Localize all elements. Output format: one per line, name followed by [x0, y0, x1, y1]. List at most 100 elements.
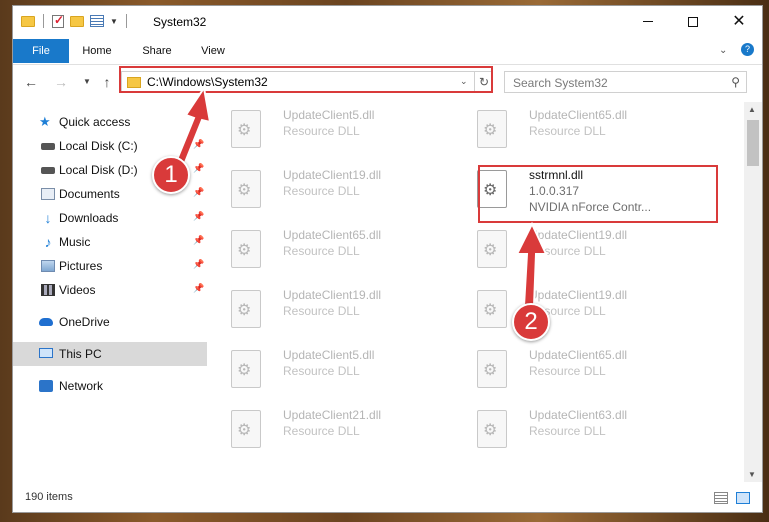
- dll-file-icon: [477, 350, 507, 388]
- dll-file-icon: [231, 350, 261, 388]
- file-name: UpdateClient5.dll: [283, 348, 375, 362]
- file-item[interactable]: UpdateClient65.dll Resource DLL: [457, 104, 697, 160]
- pin-icon[interactable]: 📌: [193, 163, 204, 174]
- dll-file-icon: [477, 110, 507, 148]
- window-title: System32: [153, 15, 207, 29]
- file-item[interactable]: UpdateClient65.dll Resource DLL: [211, 224, 451, 280]
- separator: [125, 14, 127, 28]
- sidebar-item-label: Pictures: [59, 259, 103, 273]
- up-button[interactable]: ↑: [97, 72, 117, 92]
- videos-icon: [41, 284, 55, 296]
- star-icon: ★: [39, 114, 51, 129]
- file-item[interactable]: UpdateClient5.dll Resource DLL: [211, 344, 451, 400]
- sidebar-item-downloads[interactable]: ↓ Downloads 📌: [13, 206, 207, 230]
- help-icon[interactable]: ?: [741, 43, 754, 56]
- sidebar-item-pictures[interactable]: Pictures 📌: [13, 254, 207, 278]
- sidebar-item-label: Network: [59, 379, 104, 393]
- dll-file-icon: [231, 110, 261, 148]
- file-name: UpdateClient19.dll: [529, 288, 628, 302]
- pin-icon[interactable]: 📌: [193, 187, 204, 198]
- search-icon: ⚲: [731, 75, 740, 89]
- tab-share[interactable]: Share: [136, 39, 178, 63]
- dll-file-icon: [231, 290, 261, 328]
- file-type: Resource DLL: [283, 364, 360, 378]
- scroll-down-icon[interactable]: ▼: [748, 470, 756, 479]
- minimize-button[interactable]: [625, 6, 671, 37]
- recent-locations-dropdown[interactable]: ▼: [77, 72, 97, 92]
- sidebar-item-label: Downloads: [59, 211, 119, 225]
- sidebar-item-this-pc[interactable]: This PC: [13, 342, 207, 366]
- dll-file-icon: [477, 290, 507, 328]
- sidebar-item-network[interactable]: Network: [13, 374, 207, 398]
- sidebar-item-label: Local Disk (D:): [59, 163, 138, 177]
- pin-icon[interactable]: 📌: [193, 139, 204, 150]
- file-type: Resource DLL: [529, 124, 606, 138]
- customize-toolbar-dropdown-icon[interactable]: ▼: [110, 17, 118, 26]
- file-name: UpdateClient19.dll: [529, 228, 628, 242]
- view-properties-icon[interactable]: [90, 15, 104, 27]
- file-item[interactable]: UpdateClient65.dll Resource DLL: [457, 344, 697, 400]
- dll-file-icon: [231, 230, 261, 268]
- tab-view[interactable]: View: [195, 39, 231, 63]
- file-item[interactable]: UpdateClient63.dll Resource DLL: [457, 404, 697, 460]
- close-button[interactable]: ✕: [716, 6, 762, 37]
- scroll-up-icon[interactable]: ▲: [748, 105, 756, 114]
- pin-icon[interactable]: 📌: [193, 283, 204, 294]
- file-name: UpdateClient19.dll: [283, 288, 382, 302]
- file-name: UpdateClient63.dll: [529, 408, 628, 422]
- sidebar-item-onedrive[interactable]: OneDrive: [13, 310, 207, 334]
- large-icons-view-icon[interactable]: [736, 492, 750, 504]
- file-item[interactable]: UpdateClient19.dll Resource DLL: [457, 284, 697, 340]
- music-icon: ♪: [44, 234, 52, 250]
- separator: [43, 14, 44, 28]
- sidebar-item-videos[interactable]: Videos 📌: [13, 278, 207, 302]
- file-item[interactable]: UpdateClient5.dll Resource DLL: [211, 104, 451, 160]
- file-highlight-box: [478, 165, 718, 223]
- documents-icon: [41, 188, 55, 200]
- step-badge-2: 2: [512, 303, 550, 341]
- status-bar: 190 items: [13, 486, 762, 512]
- search-placeholder: Search System32: [513, 76, 608, 90]
- pin-icon[interactable]: 📌: [193, 235, 204, 246]
- downloads-icon: ↓: [44, 210, 52, 226]
- file-type: Resource DLL: [283, 124, 360, 138]
- scroll-thumb[interactable]: [747, 120, 759, 166]
- file-type: Resource DLL: [283, 244, 360, 258]
- item-count: 190 items: [25, 491, 73, 503]
- file-item[interactable]: UpdateClient21.dll Resource DLL: [211, 404, 451, 460]
- sidebar-item-label: Local Disk (C:): [59, 139, 138, 153]
- file-type: Resource DLL: [283, 424, 360, 438]
- sidebar-item-label: OneDrive: [59, 315, 110, 329]
- file-type: Resource DLL: [283, 304, 360, 318]
- pin-icon[interactable]: 📌: [193, 211, 204, 222]
- file-name: UpdateClient5.dll: [283, 108, 375, 122]
- file-type: Resource DLL: [529, 364, 606, 378]
- new-folder-icon[interactable]: [70, 15, 84, 27]
- sidebar-item-music[interactable]: ♪ Music 📌: [13, 230, 207, 254]
- search-input[interactable]: Search System32 ⚲: [504, 71, 747, 93]
- maximize-button[interactable]: [670, 6, 716, 37]
- file-type: Resource DLL: [283, 184, 360, 198]
- back-button[interactable]: ←: [21, 72, 41, 92]
- forward-button[interactable]: →: [51, 72, 71, 92]
- pin-icon[interactable]: 📌: [193, 259, 204, 270]
- step-badge-1: 1: [152, 156, 190, 194]
- network-icon: [39, 380, 53, 392]
- tab-home[interactable]: Home: [76, 39, 118, 63]
- sidebar-item-quick-access[interactable]: ★ Quick access: [13, 110, 207, 134]
- file-item[interactable]: UpdateClient19.dll Resource DLL: [211, 164, 451, 220]
- file-item[interactable]: UpdateClient19.dll Resource DLL: [457, 224, 697, 280]
- pc-icon: [39, 348, 53, 358]
- dll-file-icon: [231, 170, 261, 208]
- vertical-scrollbar[interactable]: ▲ ▼: [744, 102, 762, 482]
- file-name: UpdateClient21.dll: [283, 408, 382, 422]
- details-view-icon[interactable]: [714, 492, 728, 504]
- sidebar-item-local-disk-c[interactable]: Local Disk (C:) 📌: [13, 134, 207, 158]
- minimize-icon: [643, 21, 653, 22]
- dll-file-icon: [477, 410, 507, 448]
- properties-check-icon[interactable]: [52, 13, 64, 28]
- expand-ribbon-chevron-icon[interactable]: ⌄: [719, 45, 727, 56]
- file-item[interactable]: UpdateClient19.dll Resource DLL: [211, 284, 451, 340]
- onedrive-icon: [39, 318, 53, 326]
- tab-file[interactable]: File: [13, 39, 69, 63]
